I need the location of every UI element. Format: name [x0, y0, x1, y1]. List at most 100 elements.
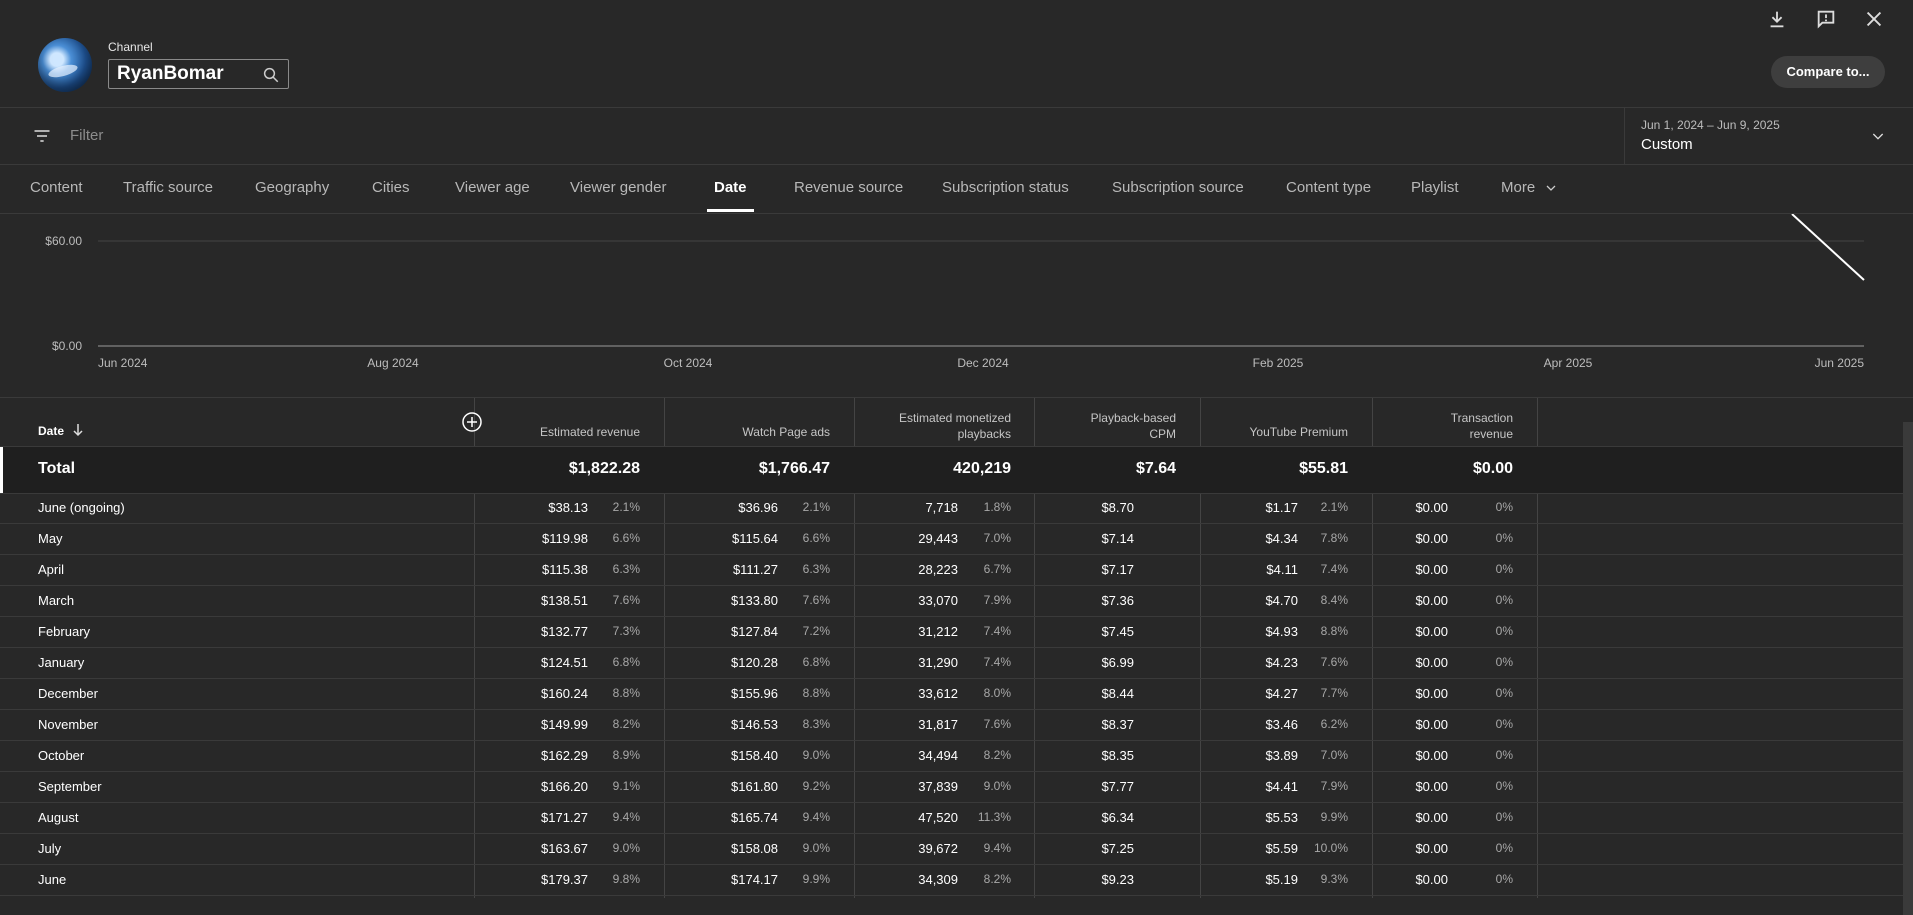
cell-percent: 0% — [1495, 562, 1513, 576]
table-row[interactable]: August $171.27 9.4% $165.74 9.4% 47,520 11.3% $… — [0, 802, 1913, 834]
column-header-monetized-playbacks[interactable]: Estimated monetized playbacks — [870, 410, 1011, 442]
cell-value: $155.96 — [731, 686, 778, 701]
cell-percent: 9.0% — [983, 779, 1011, 793]
tab-content-type[interactable]: Content type — [1286, 179, 1371, 196]
column-header-estimated-revenue[interactable]: Estimated revenue — [488, 424, 640, 440]
table-row[interactable]: December $160.24 8.8% $155.96 8.8% 33,612 8.0%… — [0, 678, 1913, 710]
tab-playlist[interactable]: Playlist — [1411, 179, 1459, 196]
table-row[interactable]: January $124.51 6.8% $120.28 6.8% 31,290 7.4% $… — [0, 647, 1913, 679]
total-value: $1,822.28 — [568, 460, 640, 477]
compare-to-button[interactable]: Compare to... — [1771, 56, 1885, 88]
cell-value: 7,718 — [925, 500, 958, 515]
tab-geography[interactable]: Geography — [255, 179, 329, 196]
table-row[interactable]: October $162.29 8.9% $158.40 9.0% 34,494 8.2% $… — [0, 740, 1913, 772]
cell-percent: 8.3% — [802, 717, 830, 731]
cell-value: $5.19 — [1265, 872, 1298, 887]
feedback-icon[interactable] — [1815, 8, 1837, 30]
table-row[interactable]: November $149.99 8.2% $146.53 8.3% 31,817 7.6%… — [0, 709, 1913, 741]
date-range-label: Custom — [1641, 136, 1693, 153]
cell-value: $0.00 — [1415, 748, 1448, 763]
cell-value: $133.80 — [731, 593, 778, 608]
table-row[interactable]: May $119.98 6.6% $115.64 6.6% 29,443 7.0% $7.14… — [0, 523, 1913, 555]
cell-value: $7.25 — [1101, 841, 1134, 856]
column-header-transaction-revenue[interactable]: Transaction revenue — [1420, 410, 1513, 442]
cell-percent: 0% — [1495, 872, 1513, 886]
cell-percent: 0% — [1495, 593, 1513, 607]
tab-date[interactable]: Date — [714, 179, 747, 196]
cell-percent: 2.1% — [1320, 500, 1348, 514]
column-header-youtube-premium[interactable]: YouTube Premium — [1214, 424, 1349, 440]
cell-value: $7.77 — [1101, 779, 1134, 794]
sort-arrow-down-icon[interactable] — [72, 423, 84, 437]
table-row[interactable]: September $166.20 9.1% $161.80 9.2% 37,839 9.0… — [0, 771, 1913, 803]
data-table: Date Estimated revenue Watch Page ads Es… — [0, 398, 1913, 915]
row-date-label: April — [38, 562, 65, 577]
cell-value: $119.98 — [541, 531, 588, 546]
table-row[interactable]: April $115.38 6.3% $111.27 6.3% 28,223 6.7% $7.… — [0, 554, 1913, 586]
x-tick-label: Aug 2024 — [367, 356, 419, 370]
cell-percent: 9.1% — [612, 779, 640, 793]
cell-value: $0.00 — [1415, 562, 1448, 577]
cell-percent: 6.6% — [802, 531, 830, 545]
tab-traffic-source[interactable]: Traffic source — [123, 179, 213, 196]
total-value: 420,219 — [953, 460, 1011, 477]
tab-viewer-gender[interactable]: Viewer gender — [570, 179, 666, 196]
row-date-label: January — [38, 655, 85, 670]
header: Channel RyanBomar Compare to... — [0, 0, 1913, 108]
table-row[interactable]: June (ongoing) $38.13 2.1% $36.96 2.1% 7,718 1… — [0, 492, 1913, 524]
cell-value: $4.93 — [1265, 624, 1298, 639]
tab-revenue-source[interactable]: Revenue source — [794, 179, 903, 196]
cell-percent: 8.0% — [983, 686, 1011, 700]
cell-percent: 0% — [1495, 531, 1513, 545]
cell-value: $4.70 — [1265, 593, 1298, 608]
table-row[interactable]: February $132.77 7.3% $127.84 7.2% 31,212 7.4%… — [0, 616, 1913, 648]
column-header-watch-page-ads[interactable]: Watch Page ads — [678, 424, 830, 440]
total-value: $1,766.47 — [758, 460, 830, 477]
date-range-selector[interactable]: Jun 1, 2024 – Jun 9, 2025 Custom — [1624, 108, 1913, 164]
tab-subscription-status[interactable]: Subscription status — [942, 179, 1069, 196]
cell-value: $115.38 — [541, 562, 588, 577]
channel-selector[interactable]: RyanBomar — [108, 59, 289, 89]
table-row[interactable]: June $179.37 9.8% $174.17 9.9% 34,309 8.2% $9.2… — [0, 864, 1913, 896]
cell-value: $0.00 — [1415, 531, 1448, 546]
date-column-header[interactable]: Date — [38, 424, 64, 438]
tab-cities[interactable]: Cities — [372, 179, 410, 196]
cell-value: 29,443 — [918, 531, 958, 546]
tab-content[interactable]: Content — [30, 179, 83, 196]
close-icon[interactable] — [1863, 8, 1885, 30]
filter-icon[interactable] — [32, 126, 52, 146]
cell-percent: 7.0% — [983, 531, 1011, 545]
add-metric-icon[interactable] — [462, 412, 482, 432]
cell-value: $4.41 — [1265, 779, 1298, 794]
cell-value: 34,494 — [918, 748, 958, 763]
cell-value: $38.13 — [548, 500, 588, 515]
cell-value: $138.51 — [541, 593, 588, 608]
filter-bar: Filter Jun 1, 2024 – Jun 9, 2025 Custom — [0, 108, 1913, 165]
cell-value: $5.53 — [1265, 810, 1298, 825]
cell-percent: 2.1% — [612, 500, 640, 514]
cell-percent: 7.4% — [1320, 562, 1348, 576]
search-icon[interactable] — [262, 66, 280, 84]
x-tick-label: Jun 2024 — [98, 356, 148, 370]
table-scrollbar[interactable] — [1903, 422, 1913, 915]
cell-percent: 9.3% — [1320, 872, 1348, 886]
cell-value: $132.77 — [541, 624, 588, 639]
cell-percent: 6.3% — [802, 562, 830, 576]
cell-percent: 9.0% — [802, 748, 830, 762]
download-icon[interactable] — [1766, 8, 1788, 30]
cell-percent: 10.0% — [1313, 841, 1348, 855]
cell-percent: 9.8% — [612, 872, 640, 886]
cell-percent: 0% — [1495, 748, 1513, 762]
cell-value: 47,520 — [918, 810, 958, 825]
filter-input[interactable]: Filter — [70, 127, 103, 144]
table-row[interactable]: July $163.67 9.0% $158.08 9.0% 39,672 9.4% $7.2… — [0, 833, 1913, 865]
tab-more[interactable]: More — [1501, 179, 1557, 196]
cell-value: $6.34 — [1101, 810, 1134, 825]
tab-subscription-source[interactable]: Subscription source — [1112, 179, 1244, 196]
table-row[interactable]: March $138.51 7.6% $133.80 7.6% 33,070 7.9% $7.… — [0, 585, 1913, 617]
channel-avatar[interactable] — [38, 38, 92, 92]
tab-viewer-age[interactable]: Viewer age — [455, 179, 530, 196]
x-tick-label: Feb 2025 — [1253, 356, 1304, 370]
cell-percent: 9.0% — [802, 841, 830, 855]
column-header-playback-cpm[interactable]: Playback-based CPM — [1070, 410, 1176, 442]
